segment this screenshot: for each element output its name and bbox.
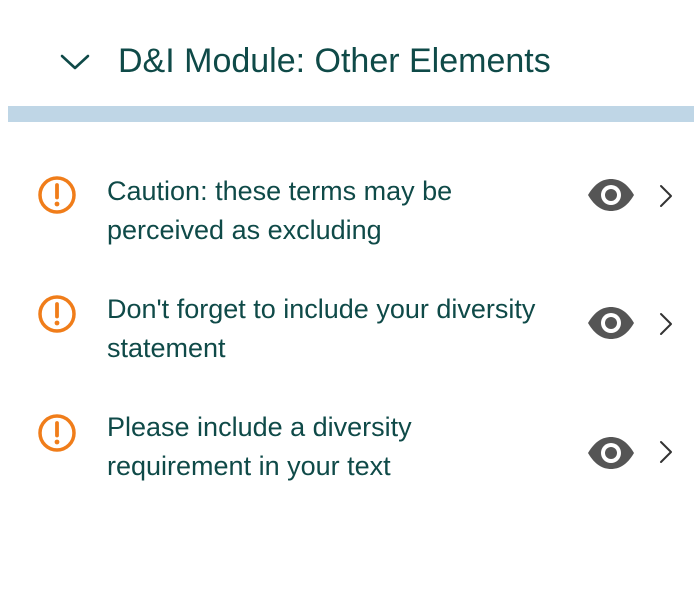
list-item[interactable]: Don't forget to include your diversity s… bbox=[0, 288, 700, 378]
list-item-text: Please include a diversity requirement i… bbox=[107, 408, 577, 486]
list-item-text: Don't forget to include your diversity s… bbox=[107, 290, 577, 368]
warning-circle-icon bbox=[36, 174, 78, 216]
eye-icon[interactable] bbox=[586, 178, 636, 212]
module-title: D&I Module: Other Elements bbox=[118, 42, 551, 80]
list-item-line: statement bbox=[107, 333, 226, 363]
list-item-line: Caution: these terms may be bbox=[107, 176, 453, 206]
list-item[interactable]: Caution: these terms may be perceived as… bbox=[0, 170, 700, 260]
list-item-line: requirement in your text bbox=[107, 451, 391, 481]
list-item-line: perceived as excluding bbox=[107, 215, 382, 245]
header-divider bbox=[8, 106, 694, 122]
eye-icon[interactable] bbox=[586, 306, 636, 340]
list-item-text: Caution: these terms may be perceived as… bbox=[107, 172, 577, 250]
list-item-line: Please include a diversity bbox=[107, 412, 412, 442]
eye-icon[interactable] bbox=[586, 436, 636, 470]
warning-circle-icon bbox=[36, 412, 78, 454]
chevron-right-icon[interactable] bbox=[658, 439, 674, 465]
chevron-right-icon[interactable] bbox=[658, 311, 674, 337]
list-item[interactable]: Please include a diversity requirement i… bbox=[0, 406, 700, 496]
chevron-right-icon[interactable] bbox=[658, 183, 674, 209]
module-header[interactable]: D&I Module: Other Elements bbox=[0, 0, 700, 106]
list-item-line: Don't forget to include your diversity bbox=[107, 294, 536, 324]
chevron-down-icon[interactable] bbox=[58, 50, 92, 74]
warning-circle-icon bbox=[36, 293, 78, 335]
